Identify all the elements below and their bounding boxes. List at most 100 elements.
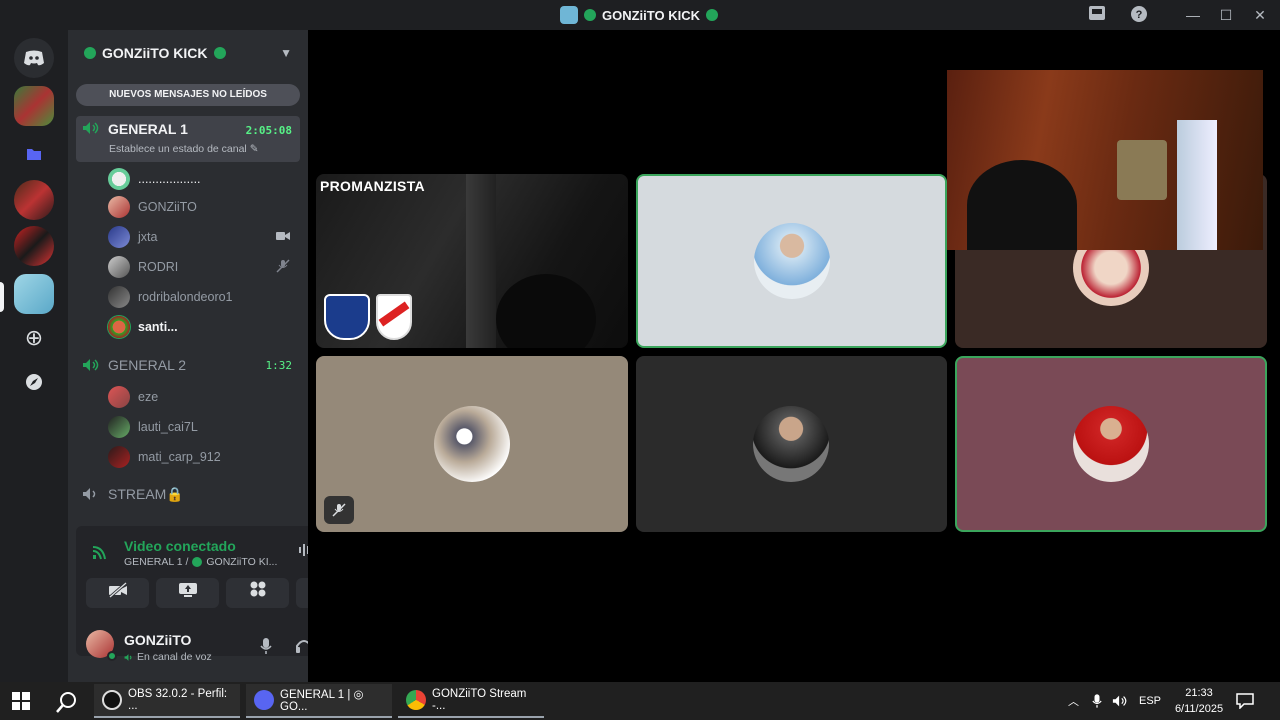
title-bar: GONZiiTO KICK ? — ☐ ✕ <box>0 0 1280 30</box>
voice-member[interactable]: jxta <box>108 224 298 250</box>
activities-icon <box>250 581 265 597</box>
participant-avatar <box>1073 406 1149 482</box>
tile-username: PROMANZISTA <box>320 178 425 194</box>
discover-icon[interactable] <box>14 362 54 402</box>
video-camera-icon <box>276 231 290 244</box>
chevron-down-icon[interactable]: ▼ <box>280 46 292 60</box>
avatar <box>108 416 130 438</box>
voice-channel-general-1[interactable]: GENERAL 1 2:05:08 Establece un estado de… <box>76 116 300 162</box>
tray-volume-icon[interactable] <box>1112 682 1128 720</box>
camera-light <box>1177 120 1217 250</box>
search-icon[interactable] <box>56 691 78 718</box>
taskbar-item-obs[interactable]: OBS 32.0.2 - Perfil: ... <box>94 684 240 718</box>
video-background <box>466 174 496 348</box>
inbox-icon[interactable] <box>1086 5 1108 25</box>
notifications-icon[interactable] <box>1236 682 1254 720</box>
camera-person <box>967 160 1077 250</box>
channel-name: GENERAL 1 <box>108 121 188 137</box>
video-tile[interactable] <box>636 356 947 532</box>
connection-signal-icon[interactable] <box>92 544 110 565</box>
user-status: En canal de voz <box>124 651 212 663</box>
voice-status-subtitle: GENERAL 1 / GONZiiTO KI... <box>124 556 278 568</box>
participant-avatar <box>753 406 829 482</box>
screen-share-button[interactable] <box>156 578 219 608</box>
video-tile-speaking[interactable] <box>636 174 947 348</box>
svg-text:?: ? <box>1136 9 1143 21</box>
video-tile-promanzista[interactable]: PROMANZISTA <box>316 174 628 348</box>
taskbar-item-discord[interactable]: GENERAL 1 | ◎ GO... <box>246 684 392 718</box>
speaker-icon <box>124 653 132 661</box>
unread-banner[interactable]: NUEVOS MENSAJES NO LEÍDOS <box>76 84 300 106</box>
selected-server-indicator <box>0 282 4 312</box>
avatar <box>108 196 130 218</box>
windows-start-icon[interactable] <box>12 692 30 715</box>
tray-microphone-icon[interactable] <box>1092 682 1102 720</box>
green-dot-icon <box>84 47 96 59</box>
channel-timer: 2:05:08 <box>245 124 292 137</box>
camera-off-button[interactable] <box>86 578 149 608</box>
guild-header[interactable]: GONZiiTO KICK ▼ <box>68 30 308 76</box>
maximize-icon[interactable]: ☐ <box>1215 5 1237 25</box>
window-title: GONZiiTO KICK <box>560 6 718 24</box>
channel-name: STREAM🔒 <box>108 485 184 502</box>
green-dot-icon <box>213 47 226 59</box>
server-icon-active[interactable] <box>14 274 54 314</box>
server-icon[interactable] <box>14 180 54 220</box>
tray-language[interactable]: ESP <box>1139 682 1161 720</box>
avatar <box>108 446 130 468</box>
river-plate-badge-icon <box>376 294 412 340</box>
millonarios-badge-icon <box>324 294 370 340</box>
voice-channel-general-2[interactable]: GENERAL 2 1:32 <box>76 353 300 377</box>
server-icon[interactable] <box>14 226 54 266</box>
voice-member[interactable]: GONZiiTO <box>108 194 298 220</box>
voice-member[interactable]: mati_carp_912 <box>108 444 298 470</box>
speaker-icon <box>83 359 99 371</box>
avatar <box>108 386 130 408</box>
muted-mic-icon <box>324 496 354 524</box>
obs-icon <box>102 690 122 710</box>
green-dot-icon <box>192 557 203 567</box>
video-tile[interactable] <box>316 356 628 532</box>
avatar <box>108 316 130 338</box>
minimize-icon[interactable]: — <box>1182 5 1204 25</box>
video-person <box>496 274 596 348</box>
folder-icon[interactable] <box>14 134 54 174</box>
self-camera-overlay[interactable] <box>947 70 1263 250</box>
help-icon[interactable]: ? <box>1128 5 1150 25</box>
muted-mic-icon <box>276 258 290 276</box>
voice-member[interactable]: .................. <box>108 166 298 192</box>
discord-home-icon[interactable] <box>14 38 54 78</box>
locked-speaker-icon <box>83 488 96 500</box>
channel-name: GENERAL 2 <box>108 357 187 373</box>
microphone-icon[interactable] <box>260 638 272 659</box>
avatar <box>108 226 130 248</box>
tray-chevron-up-icon[interactable]: ︿ <box>1068 682 1079 720</box>
video-tile-speaking[interactable] <box>955 356 1267 532</box>
close-icon[interactable]: ✕ <box>1249 5 1271 25</box>
window-title-text: GONZiiTO KICK <box>602 7 700 23</box>
voice-member[interactable]: lauti_cai7L <box>108 414 298 440</box>
pencil-icon: ✎ <box>249 143 259 155</box>
voice-status-title[interactable]: Video conectado <box>124 538 236 554</box>
windows-taskbar: OBS 32.0.2 - Perfil: ... GENERAL 1 | ◎ G… <box>0 682 1280 720</box>
green-dot-icon <box>584 9 596 21</box>
online-status-icon <box>107 651 117 661</box>
chrome-icon <box>406 690 426 710</box>
voice-member[interactable]: santi... <box>108 314 298 340</box>
avatar <box>108 286 130 308</box>
voice-channel-stream[interactable]: STREAM🔒 <box>76 482 300 506</box>
voice-member[interactable]: RODRI <box>108 254 298 280</box>
voice-member[interactable]: eze <box>108 384 298 410</box>
server-icon[interactable] <box>14 86 54 126</box>
green-dot-icon <box>705 9 718 21</box>
channel-status[interactable]: Establece un estado de canal ✎ <box>109 143 259 155</box>
activities-button[interactable] <box>226 578 289 608</box>
add-server-icon[interactable]: ⊕ <box>14 318 54 358</box>
app-icon <box>560 6 578 24</box>
voice-member[interactable]: rodribalondeoro1 <box>108 284 298 310</box>
tray-clock[interactable]: 21:33 6/11/2025 <box>1170 685 1228 717</box>
user-name[interactable]: GONZiiTO <box>124 632 191 648</box>
screen-share-icon <box>178 583 197 597</box>
taskbar-item-chrome[interactable]: GONZiiTO Stream -... <box>398 684 544 718</box>
camera-object <box>1117 140 1167 200</box>
